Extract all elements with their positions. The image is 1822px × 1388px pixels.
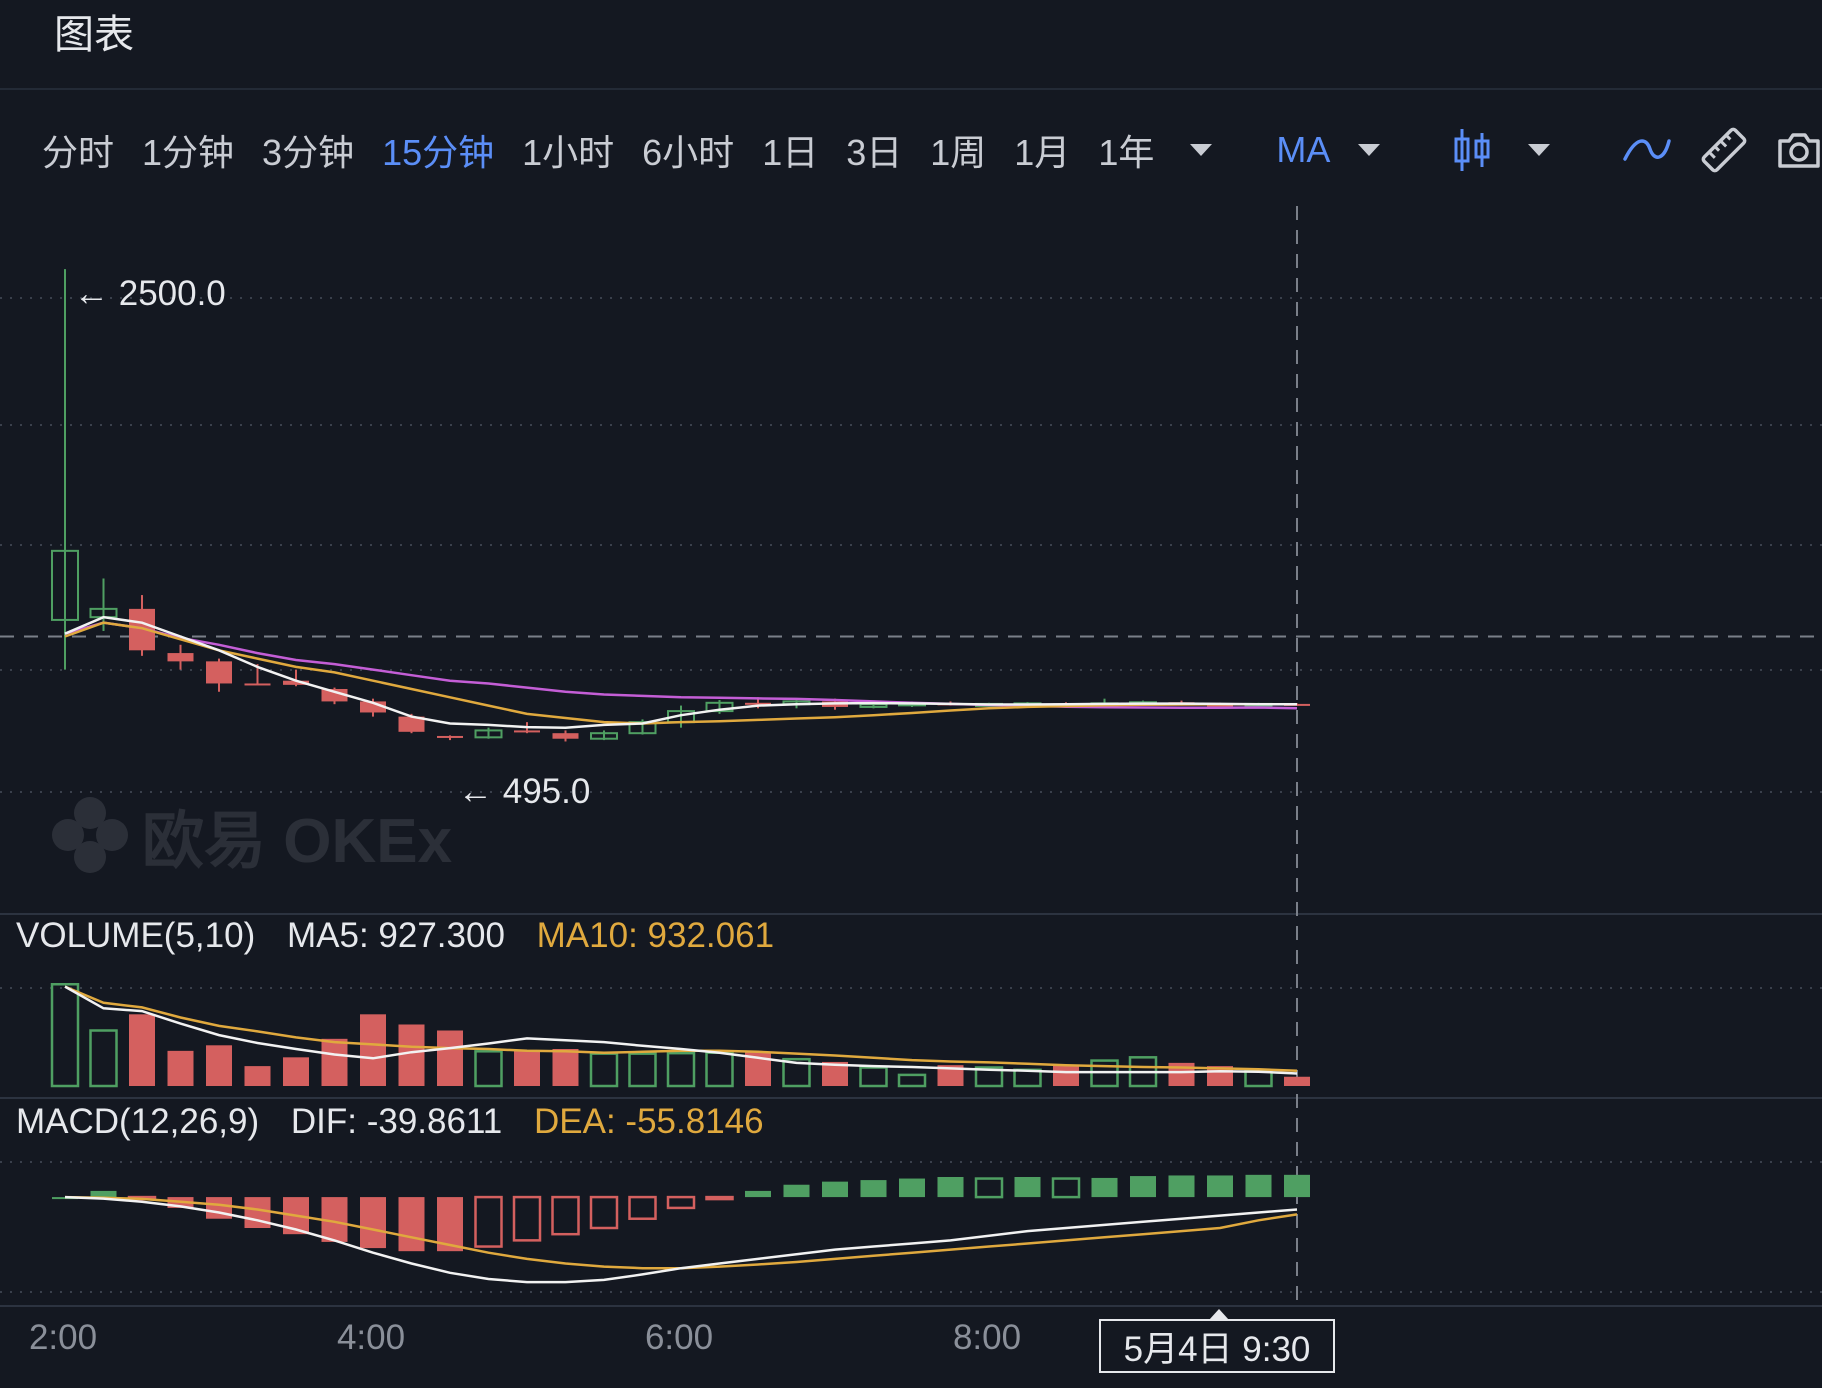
candle-body: [244, 683, 271, 686]
macd-legend-dif: DIF: -39.8611: [290, 1102, 503, 1141]
candle-body: [167, 653, 194, 662]
crosshair-time-label: 5月4日 9:30: [1099, 1319, 1335, 1373]
macd-histogram-bar: [899, 1178, 925, 1198]
volume-bar: [1053, 1065, 1079, 1086]
low-price-label: ← 495.0: [458, 772, 591, 811]
macd-histogram-bar: [589, 1195, 619, 1230]
volume-ma10-line: [64, 985, 1298, 1072]
volume-bar: [398, 1024, 425, 1086]
macd-histogram-bar: [512, 1195, 542, 1242]
volume-legend: VOLUME(5,10) MA5: 927.300 MA10: 932.061: [16, 916, 796, 956]
macd-histogram-bar: [822, 1181, 848, 1198]
candle-body: [514, 730, 540, 733]
volume-bar: [244, 1066, 271, 1086]
volume-bar: [1244, 1069, 1273, 1088]
volume-legend-name: VOLUME(5,10): [16, 916, 256, 955]
macd-histogram-bar: [1284, 1174, 1310, 1198]
volume-bar: [666, 1051, 696, 1088]
candle-body: [206, 661, 232, 684]
macd-histogram-bar: [1168, 1175, 1195, 1198]
macd-histogram-bar: [860, 1180, 887, 1198]
macd-histogram-bar: [783, 1184, 810, 1198]
volume-legend-ma10: MA10: 932.061: [536, 916, 775, 955]
macd-histogram-bar: [628, 1195, 657, 1220]
macd-histogram-bar: [1130, 1176, 1156, 1198]
macd-legend-name: MACD(12,26,9): [16, 1102, 260, 1141]
volume-bar: [360, 1014, 386, 1086]
macd-histogram-bar: [1207, 1175, 1233, 1198]
volume-bar: [167, 1050, 194, 1086]
macd-histogram-bar: [666, 1195, 696, 1210]
macd-histogram-bar: [937, 1177, 964, 1198]
volume-bar: [206, 1045, 232, 1086]
volume-bar: [321, 1038, 348, 1086]
macd-legend: MACD(12,26,9) DIF: -39.8611 DEA: -55.814…: [16, 1102, 786, 1142]
volume-bar: [50, 983, 80, 1088]
volume-bar: [437, 1030, 463, 1086]
volume-bar: [514, 1050, 540, 1086]
volume-bar: [628, 1052, 657, 1088]
candlestick-chart[interactable]: [0, 0, 1822, 1388]
high-price-label: ← 2500.0: [74, 274, 226, 313]
x-tick-label: 8:00: [952, 1318, 1022, 1357]
volume-bar: [589, 1052, 619, 1088]
macd-histogram-bar: [474, 1195, 503, 1248]
macd-legend-dea: DEA: -55.8146: [534, 1102, 764, 1141]
candle-body: [437, 735, 463, 738]
volume-legend-ma5: MA5: 927.300: [286, 916, 505, 955]
volume-bar: [283, 1057, 309, 1086]
macd-histogram-bar: [974, 1177, 1004, 1199]
volume-bar: [552, 1049, 579, 1086]
volume-bar: [705, 1051, 734, 1088]
volume-bar: [474, 1050, 503, 1088]
macd-histogram-bar: [1014, 1177, 1041, 1198]
x-tick-label: 2:00: [28, 1318, 98, 1357]
x-tick-label: 6:00: [644, 1318, 714, 1357]
macd-histogram-bar: [551, 1195, 580, 1236]
macd-histogram-bar: [1245, 1174, 1272, 1198]
macd-histogram-bar: [90, 1190, 117, 1198]
macd-histogram-bar: [360, 1197, 386, 1249]
macd-histogram-bar: [745, 1190, 771, 1198]
volume-bar: [89, 1029, 118, 1088]
macd-histogram-bar: [1091, 1177, 1118, 1198]
volume-bar: [859, 1066, 888, 1088]
volume-bar: [897, 1073, 927, 1088]
macd-histogram-bar: [398, 1197, 425, 1252]
macd-histogram-bar: [705, 1195, 734, 1201]
volume-bar: [129, 1014, 155, 1086]
x-tick-label: 4:00: [336, 1318, 406, 1357]
volume-bar: [1284, 1076, 1310, 1086]
macd-histogram-bar: [1051, 1177, 1081, 1199]
candle-body: [552, 733, 579, 739]
